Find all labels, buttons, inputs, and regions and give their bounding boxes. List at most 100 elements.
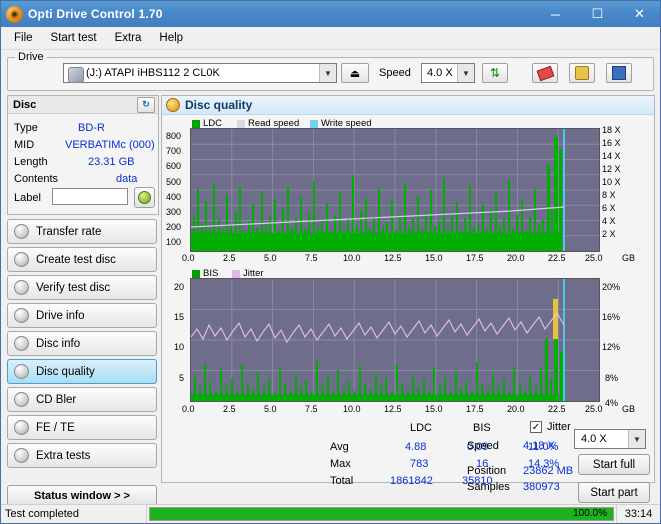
jitter-xaxis-unit: GB [622,404,636,414]
jitter-chart-plot [190,278,600,402]
sidebar-item-label: Verify test disc [36,281,111,294]
jitter-xtick-6: 15.0 [425,404,443,414]
errors-xtick-10: 25.0 [585,253,603,263]
progress-fill [150,508,613,520]
legend-swatch-bis [192,269,200,278]
jitter-xtick-5: 12.5 [384,404,402,414]
errors-ytick-100: 100 [166,237,182,247]
sidebar-item-fe-te[interactable]: FE / TE [7,415,157,440]
disc-field-mid-value: VERBATIMc (000) [65,139,155,151]
start-full-button[interactable]: Start full [578,454,650,475]
sidebar-item-label: Disc quality [36,365,95,378]
speed-select[interactable]: 4.0 X ▼ [421,63,475,83]
drive-select[interactable]: (J:) ATAPI iHBS112 2 CL0K ▼ [63,63,337,83]
refresh-icon: ⇅ [489,66,501,80]
refresh-button[interactable]: ⇅ [482,63,508,83]
stats-row-avg-ldc: 4.88 [405,441,427,453]
jitter-ytick-5: 5 [179,373,185,383]
sidebar-item-verify-test-disc[interactable]: Verify test disc [7,275,157,300]
disc-field-contents-value: data [116,173,138,185]
menu-start-test[interactable]: Start test [42,29,106,47]
jitter-xtick-2: 5.0 [264,404,277,414]
bullet-icon [14,364,29,379]
sidebar-item-disc-info[interactable]: Disc info [7,331,157,356]
chevron-down-icon: ▼ [457,64,474,82]
sidebar-item-label: Extra tests [36,449,91,462]
jitter-chart-svg [190,279,599,401]
legend-swatch-ldc [192,119,200,128]
stats-col-ldc: LDC [410,422,433,434]
close-button[interactable]: ✕ [619,3,660,25]
errors-ytick-700: 700 [166,146,182,156]
sidebar-item-cd-bler[interactable]: CD Bler [7,387,157,412]
disc-field-type-label: Type [14,122,38,134]
jitter-xtick-7: 17.5 [466,404,484,414]
errors-y2tick-10x: 10 X [602,177,621,187]
chevron-down-icon: ▼ [628,430,645,448]
progress-cell: 100.0% [147,505,617,523]
errors-xtick-1: 2.5 [223,253,236,263]
errors-xtick-3: 7.5 [305,253,318,263]
errors-y2tick-2x: 2 X [602,229,616,239]
samples-stat-label: Samples [467,481,510,493]
speed-dropdown[interactable]: 4.0 X ▼ [574,429,646,449]
disc-panel: Disc ↻ Type BD-R MID VERBATIMc (000) Len… [7,95,159,215]
jitter-y2tick-4: 4% [605,398,619,408]
bullet-icon [14,280,29,295]
disc-refresh-icon[interactable]: ↻ [137,96,155,113]
errors-y2tick-6x: 6 X [602,203,616,213]
errors-ytick-400: 400 [166,192,182,202]
elapsed-time: 33:14 [624,508,653,520]
jitter-xtick-3: 7.5 [305,404,318,414]
sidebar-item-drive-info[interactable]: Drive info [7,303,157,328]
errors-ytick-800: 800 [166,131,182,141]
disc-label-input[interactable] [52,188,128,205]
eraser-button[interactable] [532,63,558,83]
stats-row-avg-label: Avg [330,441,349,453]
jitter-y2tick-8: 8% [605,373,619,383]
menu-file[interactable]: File [5,29,42,47]
errors-xtick-4: 10.0 [343,253,361,263]
errors-xtick-9: 22.5 [548,253,566,263]
minimize-button[interactable]: ─ [535,3,576,25]
title-bar: ◉ Opti Drive Control 1.70 ─ ☐ ✕ [1,1,660,27]
bookmark-icon [575,66,589,80]
bookmark-button[interactable] [569,63,595,83]
errors-ytick-200: 200 [166,222,182,232]
menu-extra[interactable]: Extra [106,29,151,47]
position-stat-value: 23862 MB [523,465,574,477]
stats-row-total-label: Total [330,475,354,487]
jitter-xtick-4: 10.0 [343,404,361,414]
errors-y2tick-12x: 12 X [602,164,621,174]
maximize-button[interactable]: ☐ [577,3,618,25]
sidebar-item-create-test-disc[interactable]: Create test disc [7,247,157,272]
jitter-ytick-15: 15 [174,312,185,322]
sidebar-item-label: Transfer rate [36,225,102,238]
sidebar-item-label: Disc info [36,337,81,350]
chevron-down-icon: ▼ [319,64,336,82]
window-title: Opti Drive Control 1.70 [28,7,163,21]
apply-icon [138,191,151,204]
start-part-button[interactable]: Start part [578,482,650,503]
disc-field-type-value: BD-R [78,122,105,134]
save-button[interactable] [606,63,632,83]
sidebar-item-transfer-rate[interactable]: Transfer rate [7,219,157,244]
speed-label: Speed [379,67,411,79]
disc-panel-header: Disc ↻ [8,96,158,114]
eject-button[interactable]: ⏏ [341,63,369,83]
sidebar-item-disc-quality[interactable]: Disc quality [7,359,157,384]
errors-xtick-5: 12.5 [384,253,402,263]
menu-help[interactable]: Help [150,29,192,47]
legend-swatch-read-speed [237,119,245,128]
position-stat-label: Position [467,465,507,477]
disc-field-contents-label: Contents [14,173,59,185]
jitter-checkbox[interactable]: ✓ [530,421,542,433]
jitter-checkbox-group[interactable]: ✓ Jitter [530,421,571,433]
jitter-xtick-8: 20.0 [507,404,525,414]
errors-xtick-8: 20.0 [507,253,525,263]
sidebar-item-extra-tests[interactable]: Extra tests [7,443,157,468]
menu-bar: File Start test Extra Help [1,27,660,50]
errors-y2tick-16x: 16 X [602,138,621,148]
disc-label-apply-button[interactable] [134,187,155,208]
progress-bar: 100.0% [149,507,614,521]
